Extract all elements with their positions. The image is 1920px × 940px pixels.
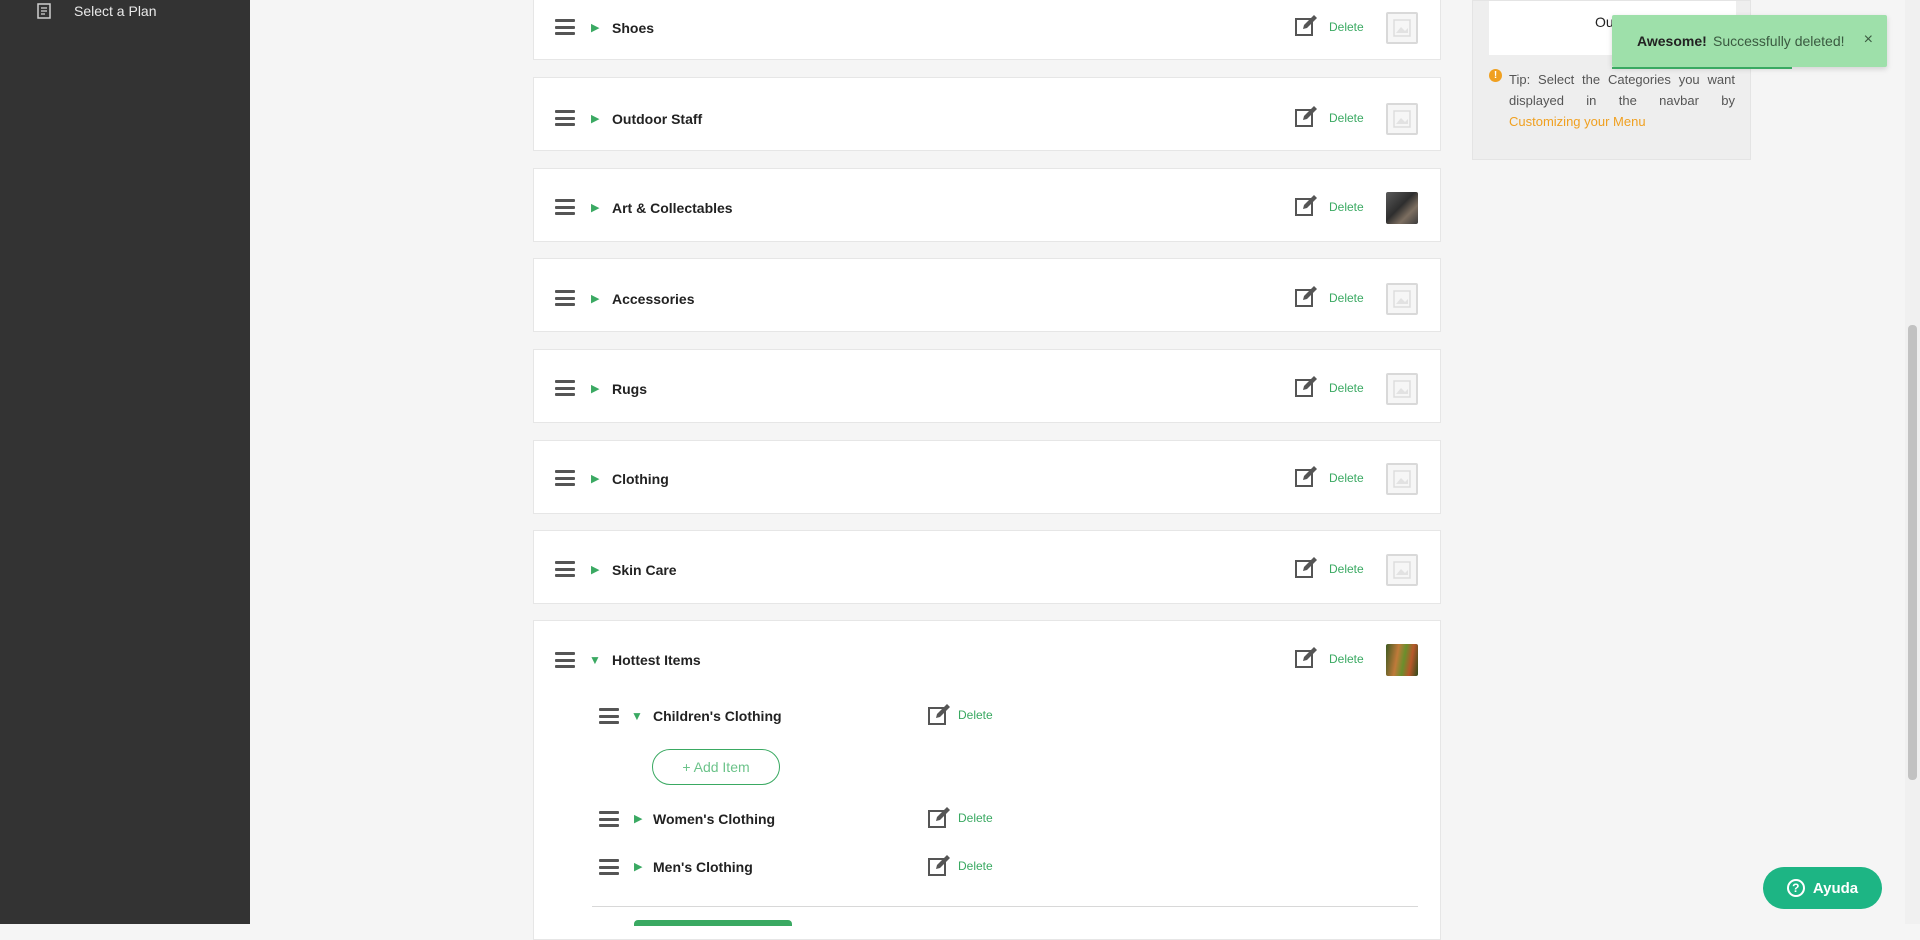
image-placeholder-icon[interactable] [1386, 103, 1418, 135]
edit-icon[interactable] [927, 806, 951, 830]
drag-handle-icon[interactable] [599, 811, 619, 827]
delete-button[interactable]: Delete [958, 859, 993, 873]
image-placeholder-icon[interactable] [1386, 283, 1418, 315]
toast-progress [1612, 67, 1792, 69]
customize-menu-link[interactable]: Customizing your Menu [1509, 114, 1646, 129]
category-name: Art & Collectables [612, 200, 733, 216]
delete-button[interactable]: Delete [1329, 381, 1364, 395]
drag-handle-icon[interactable] [555, 110, 575, 126]
expand-caret-icon[interactable]: ▶ [591, 113, 599, 125]
delete-button[interactable]: Delete [1329, 652, 1364, 666]
success-toast: Awesome! Successfully deleted! × [1612, 15, 1887, 69]
expand-caret-icon[interactable]: ▶ [591, 383, 599, 395]
image-placeholder-icon[interactable] [1386, 373, 1418, 405]
drag-handle-icon[interactable] [555, 561, 575, 577]
help-button-label: Ayuda [1812, 879, 1859, 897]
category-thumbnail[interactable] [1386, 192, 1418, 224]
delete-button[interactable]: Delete [1329, 291, 1364, 305]
edit-icon[interactable] [1294, 194, 1318, 218]
subcategory-name: Men's Clothing [653, 859, 753, 875]
drag-handle-icon[interactable] [555, 199, 575, 215]
category-name: Clothing [612, 471, 669, 487]
edit-icon[interactable] [1294, 105, 1318, 129]
divider [592, 906, 1418, 907]
document-icon [37, 3, 51, 19]
delete-button[interactable]: Delete [958, 708, 993, 722]
delete-button[interactable]: Delete [1329, 471, 1364, 485]
subcategory-name: Women's Clothing [653, 811, 776, 827]
delete-button[interactable]: Delete [1329, 200, 1364, 214]
edit-icon[interactable] [1294, 14, 1318, 38]
expand-caret-icon[interactable]: ▶ [591, 473, 599, 485]
expand-caret-icon[interactable]: ▶ [591, 202, 599, 214]
tip-text: Tip: Select the Categories you want disp… [1509, 69, 1735, 132]
help-button[interactable]: ? Ayuda [1763, 867, 1882, 909]
sidebar: Select a Plan [0, 0, 250, 924]
category-card: ▶ Shoes Delete [533, 0, 1441, 60]
category-card: ▶ Accessories Delete [533, 258, 1441, 332]
edit-icon[interactable] [1294, 375, 1318, 399]
scrollbar-thumb[interactable] [1908, 325, 1917, 780]
category-card: ▶ Art & Collectables Delete [533, 168, 1441, 242]
delete-button[interactable]: Delete [958, 811, 993, 825]
info-icon: ! [1489, 69, 1502, 82]
edit-icon[interactable] [927, 854, 951, 878]
category-name: Outdoor Staff [612, 111, 703, 127]
subcategory-name: Children's Clothing [653, 708, 782, 724]
edit-icon[interactable] [1294, 465, 1318, 489]
drag-handle-icon[interactable] [555, 290, 575, 306]
toast-title: Awesome! [1637, 33, 1707, 49]
sidebar-item-label: Select a Plan [74, 3, 157, 19]
delete-button[interactable]: Delete [1329, 20, 1364, 34]
scrollbar[interactable] [1905, 0, 1920, 924]
drag-handle-icon[interactable] [555, 652, 575, 668]
image-placeholder-icon[interactable] [1386, 12, 1418, 44]
image-placeholder-icon[interactable] [1386, 463, 1418, 495]
drag-handle-icon[interactable] [555, 19, 575, 35]
category-name: Skin Care [612, 562, 677, 578]
add-item-button[interactable]: + Add Item [652, 749, 780, 785]
category-name: Hottest Items [612, 652, 701, 668]
expand-caret-icon[interactable]: ▶ [591, 22, 599, 34]
category-card: ▶ Clothing Delete [533, 440, 1441, 514]
sidebar-item-select-plan[interactable]: Select a Plan [36, 0, 157, 22]
delete-button[interactable]: Delete [1329, 562, 1364, 576]
category-name: Rugs [612, 381, 647, 397]
drag-handle-icon[interactable] [599, 859, 619, 875]
tip-prefix: Tip: Select the Categories you want disp… [1509, 72, 1735, 108]
drag-handle-icon[interactable] [555, 380, 575, 396]
edit-icon[interactable] [927, 703, 951, 727]
expand-caret-icon[interactable]: ▶ [591, 293, 599, 305]
drag-handle-icon[interactable] [599, 708, 619, 724]
expand-caret-icon[interactable]: ▶ [634, 813, 642, 825]
delete-button[interactable]: Delete [1329, 111, 1364, 125]
edit-icon[interactable] [1294, 646, 1318, 670]
category-thumbnail[interactable] [1386, 644, 1418, 676]
add-subcategory-button[interactable] [634, 920, 792, 926]
category-card: ▶ Skin Care Delete [533, 530, 1441, 604]
close-icon[interactable]: × [1864, 31, 1873, 49]
category-card: ▶ Outdoor Staff Delete [533, 77, 1441, 151]
collapse-caret-icon[interactable]: ▼ [631, 710, 643, 722]
edit-icon[interactable] [1294, 556, 1318, 580]
expand-caret-icon[interactable]: ▶ [591, 564, 599, 576]
image-placeholder-icon[interactable] [1386, 554, 1418, 586]
expand-caret-icon[interactable]: ▶ [634, 861, 642, 873]
toast-message: Successfully deleted! [1713, 33, 1845, 49]
collapse-caret-icon[interactable]: ▼ [589, 654, 601, 666]
category-name: Accessories [612, 291, 695, 307]
category-name: Shoes [612, 20, 655, 36]
edit-icon[interactable] [1294, 285, 1318, 309]
drag-handle-icon[interactable] [555, 470, 575, 486]
category-card: ▶ Rugs Delete [533, 349, 1441, 423]
question-icon: ? [1786, 879, 1805, 897]
